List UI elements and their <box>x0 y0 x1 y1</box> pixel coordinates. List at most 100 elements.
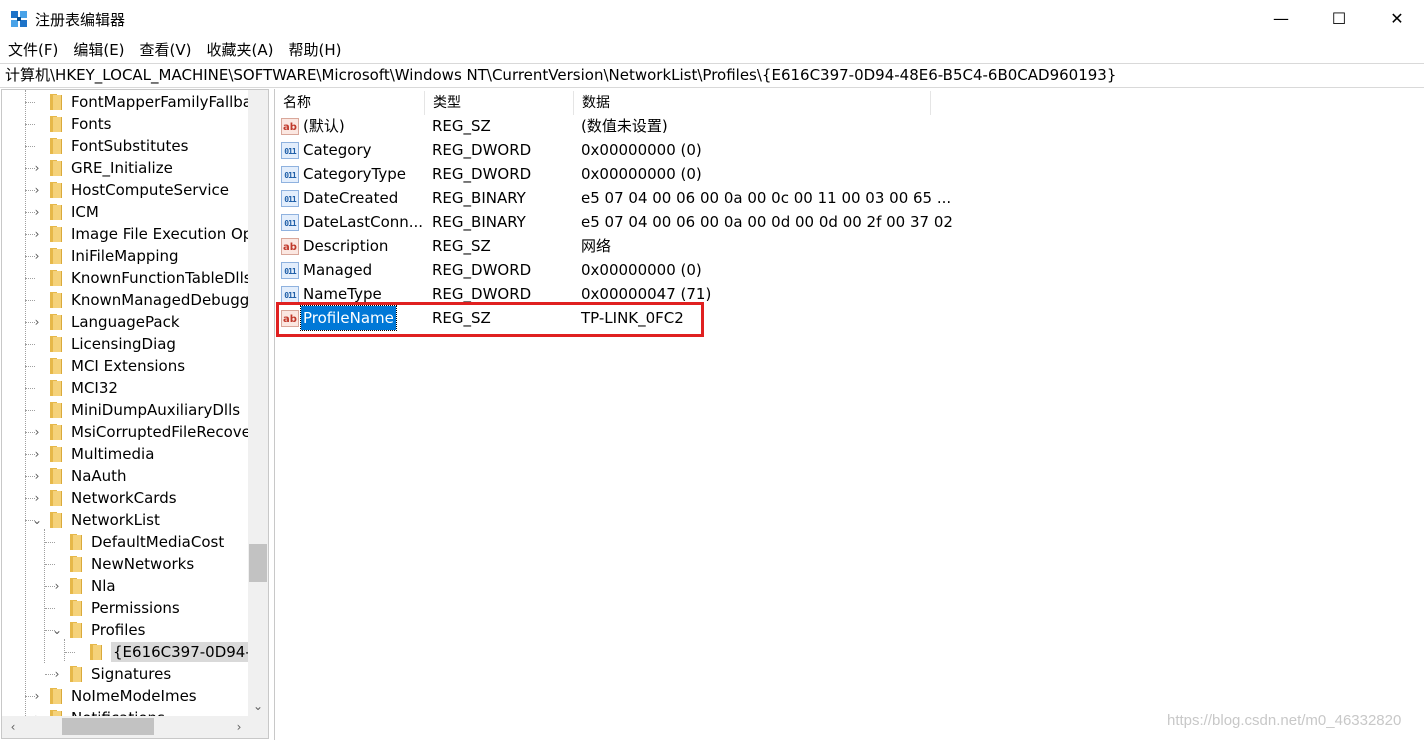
tree-item[interactable]: MiniDumpAuxiliaryDlls <box>2 399 248 421</box>
tree-item[interactable]: MCI Extensions <box>2 355 248 377</box>
scroll-left-arrow-icon[interactable]: ‹ <box>2 716 24 738</box>
empty-expander <box>31 95 43 109</box>
tree-item[interactable]: › Image File Execution Op <box>2 223 248 245</box>
tree-item-label: KnownFunctionTableDlls <box>71 269 248 287</box>
tree-item[interactable]: FontMapperFamilyFallba <box>2 91 248 113</box>
minimize-button[interactable]: — <box>1252 0 1310 36</box>
folder-icon <box>90 644 104 660</box>
value-data: e5 07 04 00 06 00 0a 00 0c 00 11 00 03 0… <box>581 189 952 207</box>
tree-item[interactable]: Permissions <box>2 597 248 619</box>
maximize-button[interactable]: ☐ <box>1310 0 1368 36</box>
close-button[interactable]: ✕ <box>1368 0 1424 36</box>
value-name: Managed <box>303 261 373 279</box>
expand-chevron-icon[interactable]: › <box>31 161 43 175</box>
value-data: 0x00000000 (0) <box>581 261 702 279</box>
value-row[interactable]: ab Description REG_SZ 网络 <box>275 234 955 258</box>
menu-favorites[interactable]: 收藏夹(A) <box>199 38 281 62</box>
value-name: CategoryType <box>303 165 406 183</box>
tree-item-label: KnownManagedDebugg <box>71 291 248 309</box>
tree-item[interactable]: › IniFileMapping <box>2 245 248 267</box>
folder-icon <box>50 160 64 176</box>
address-bar[interactable]: 计算机\HKEY_LOCAL_MACHINE\SOFTWARE\Microsof… <box>0 63 1424 88</box>
folder-icon <box>50 226 64 242</box>
column-header-data[interactable]: 数据 <box>574 91 931 115</box>
tree-item[interactable]: MCI32 <box>2 377 248 399</box>
menu-file[interactable]: 文件(F) <box>0 38 65 62</box>
tree-item[interactable]: › ICM <box>2 201 248 223</box>
binary-value-icon: 011 <box>281 190 299 207</box>
key-tree-pane[interactable]: FontMapperFamilyFallba Fonts FontSubstitut… <box>1 89 269 739</box>
tree-item[interactable]: KnownFunctionTableDlls <box>2 267 248 289</box>
expand-chevron-icon[interactable]: › <box>31 227 43 241</box>
binary-value-icon: 011 <box>281 166 299 183</box>
value-row[interactable]: 011 CategoryType REG_DWORD 0x00000000 (0) <box>275 162 955 186</box>
tree-item[interactable]: › HostComputeService <box>2 179 248 201</box>
tree-item[interactable]: › NetworkCards <box>2 487 248 509</box>
value-row[interactable]: 011 DateCreated REG_BINARY e5 07 04 00 06 0… <box>275 186 955 210</box>
expand-chevron-icon[interactable]: › <box>31 315 43 329</box>
values-pane[interactable]: 名称 类型 数据 ab (默认) REG_SZ (数值未设置) 011 Category R… <box>274 89 1424 740</box>
value-row[interactable]: 011 Managed REG_DWORD 0x00000000 (0) <box>275 258 955 282</box>
expand-chevron-icon[interactable]: ⌄ <box>51 623 63 637</box>
binary-value-icon: 011 <box>281 214 299 231</box>
tree-item[interactable]: ⌄ Profiles <box>2 619 248 641</box>
value-row[interactable]: ab (默认) REG_SZ (数值未设置) <box>275 114 955 138</box>
tree-item[interactable]: KnownManagedDebugg <box>2 289 248 311</box>
folder-icon <box>50 490 64 506</box>
empty-expander <box>51 601 63 615</box>
tree-item-label: NaAuth <box>71 467 127 485</box>
expand-chevron-icon[interactable]: ⌄ <box>31 513 43 527</box>
tree-vertical-scroll-thumb[interactable] <box>249 544 267 582</box>
menu-edit[interactable]: 编辑(E) <box>65 38 131 62</box>
column-header-type[interactable]: 类型 <box>425 91 574 115</box>
tree-horizontal-scrollbar[interactable]: ‹ › <box>2 716 268 738</box>
value-data: 0x00000000 (0) <box>581 165 702 183</box>
tree-item[interactable]: › Signatures <box>2 663 248 685</box>
highlight-annotation-box <box>276 302 704 337</box>
folder-icon <box>70 556 84 572</box>
folder-icon <box>70 578 84 594</box>
expand-chevron-icon[interactable]: › <box>31 183 43 197</box>
scroll-down-arrow-icon[interactable]: ⌄ <box>248 696 268 716</box>
column-header-name[interactable]: 名称 <box>275 91 425 115</box>
tree-item[interactable]: › MsiCorruptedFileRecove <box>2 421 248 443</box>
expand-chevron-icon[interactable]: › <box>31 205 43 219</box>
expand-chevron-icon[interactable]: › <box>31 249 43 263</box>
tree-item[interactable]: › NoImeModeImes <box>2 685 248 707</box>
tree-item[interactable]: › GRE_Initialize <box>2 157 248 179</box>
tree-horizontal-scroll-thumb[interactable] <box>62 718 154 735</box>
expand-chevron-icon[interactable]: › <box>31 469 43 483</box>
expand-chevron-icon[interactable]: › <box>51 579 63 593</box>
tree-item[interactable]: Fonts <box>2 113 248 135</box>
tree-item[interactable]: NewNetworks <box>2 553 248 575</box>
value-name: Description <box>303 237 389 255</box>
value-row[interactable]: 011 Category REG_DWORD 0x00000000 (0) <box>275 138 955 162</box>
tree-item[interactable]: › Multimedia <box>2 443 248 465</box>
empty-expander <box>31 337 43 351</box>
tree-item[interactable]: ⌄ NetworkList <box>2 509 248 531</box>
tree-item[interactable]: LicensingDiag <box>2 333 248 355</box>
tree-item[interactable]: {E616C397-0D94-4 <box>2 641 248 663</box>
expand-chevron-icon[interactable]: › <box>31 491 43 505</box>
expand-chevron-icon[interactable]: › <box>31 425 43 439</box>
expand-chevron-icon[interactable]: › <box>51 667 63 681</box>
tree-item-label: MsiCorruptedFileRecove <box>71 423 248 441</box>
menu-help[interactable]: 帮助(H) <box>280 38 348 62</box>
tree-item-label: Nla <box>91 577 116 595</box>
value-name: DateLastConn... <box>303 213 424 231</box>
empty-expander <box>31 271 43 285</box>
scroll-right-arrow-icon[interactable]: › <box>228 716 250 738</box>
expand-chevron-icon[interactable]: › <box>31 689 43 703</box>
tree-item-label: {E616C397-0D94-4 <box>111 642 248 662</box>
menu-view[interactable]: 查看(V) <box>132 38 199 62</box>
value-type: REG_SZ <box>432 117 491 135</box>
tree-item[interactable]: › Nla <box>2 575 248 597</box>
menu-bar: 文件(F) 编辑(E) 查看(V) 收藏夹(A) 帮助(H) <box>0 38 348 62</box>
tree-item[interactable]: FontSubstitutes <box>2 135 248 157</box>
tree-vertical-scrollbar[interactable]: ⌄ <box>248 90 268 716</box>
tree-item[interactable]: › NaAuth <box>2 465 248 487</box>
expand-chevron-icon[interactable]: › <box>31 447 43 461</box>
value-row[interactable]: 011 DateLastConn... REG_BINARY e5 07 04 00 … <box>275 210 955 234</box>
tree-item[interactable]: › LanguagePack <box>2 311 248 333</box>
tree-item[interactable]: DefaultMediaCost <box>2 531 248 553</box>
